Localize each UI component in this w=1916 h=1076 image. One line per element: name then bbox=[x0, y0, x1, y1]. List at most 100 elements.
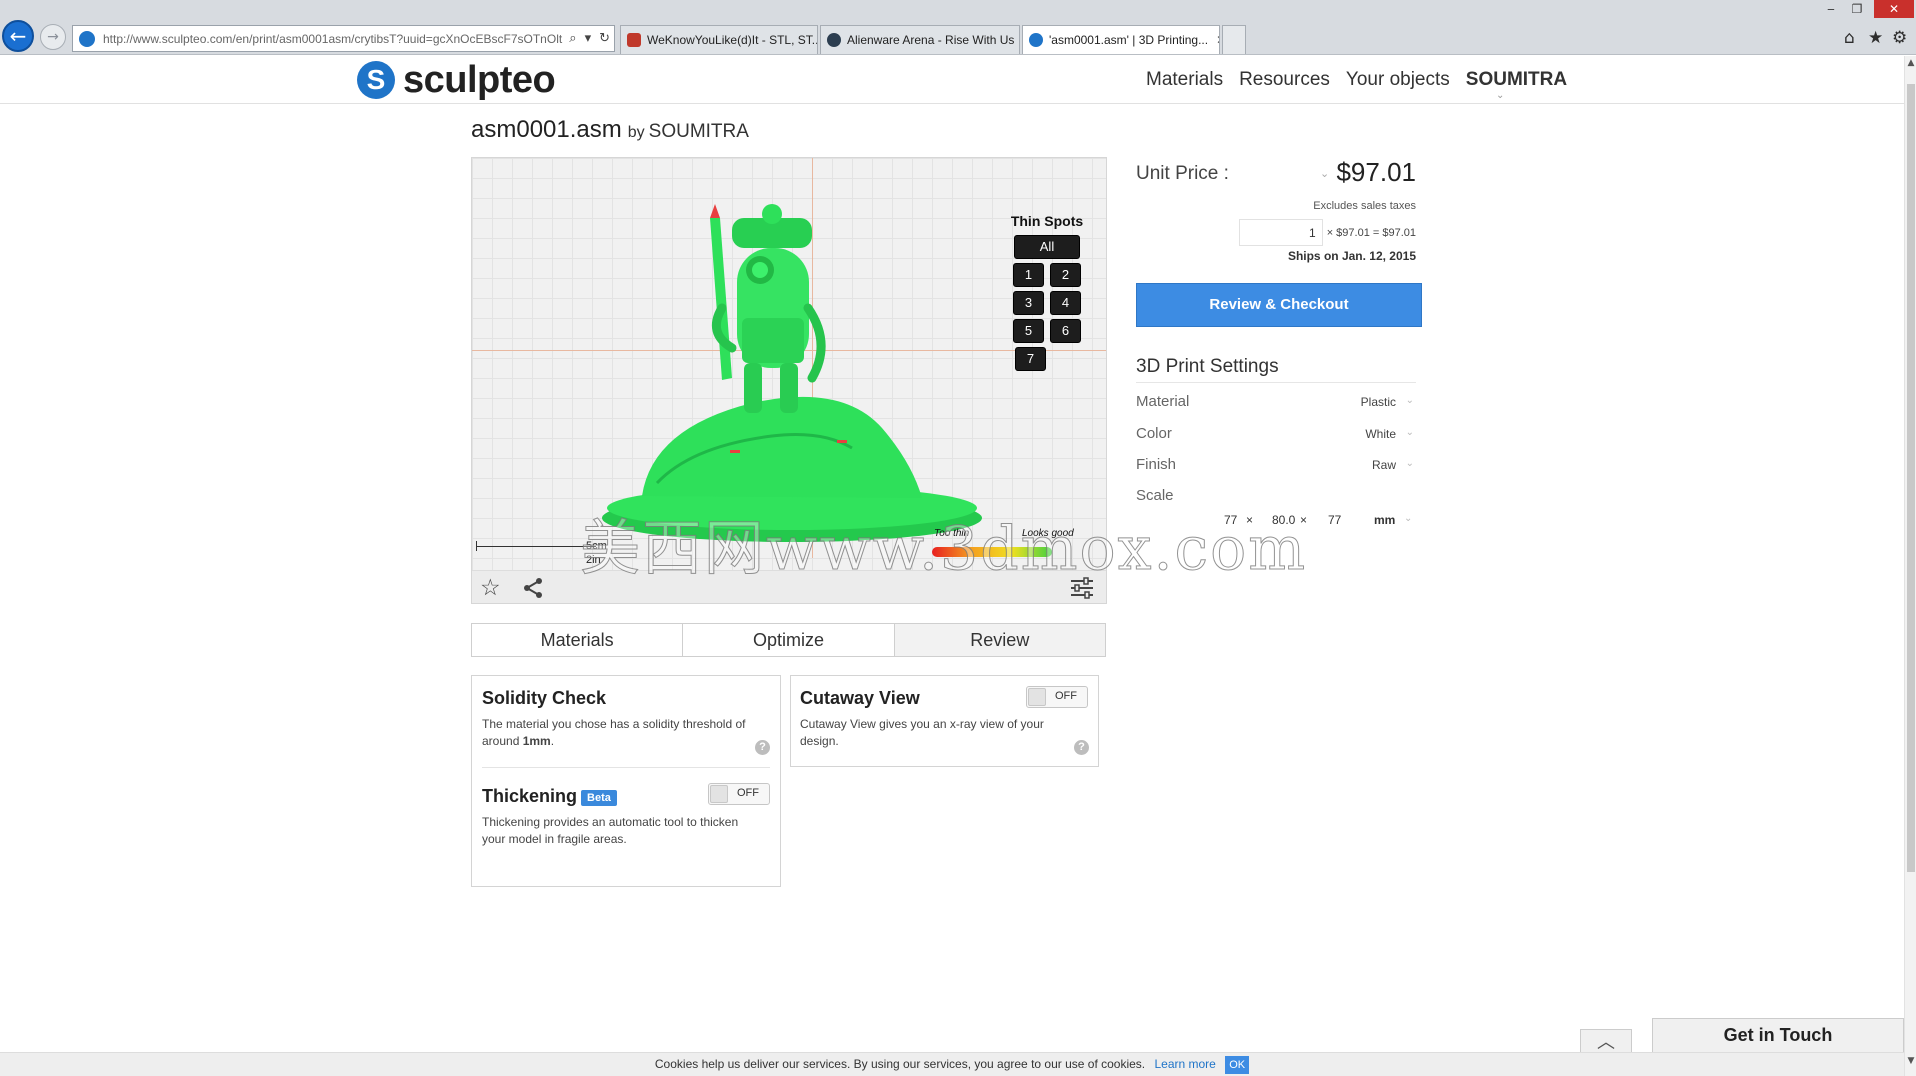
thin-spot-2-button[interactable]: 2 bbox=[1050, 263, 1081, 287]
quantity-input[interactable] bbox=[1238, 219, 1323, 246]
star-outline-icon[interactable]: ☆ bbox=[480, 575, 501, 601]
chevron-down-icon[interactable]: ⌄ bbox=[1406, 458, 1414, 469]
close-tab-icon[interactable]: ✕ bbox=[1216, 33, 1219, 47]
model-figure-leg bbox=[744, 363, 762, 413]
cookie-ok-button[interactable]: OK bbox=[1225, 1055, 1250, 1074]
tab-favicon-icon bbox=[827, 33, 841, 47]
tab-materials[interactable]: Materials bbox=[472, 624, 684, 656]
forward-button[interactable]: → bbox=[40, 24, 66, 50]
learn-more-link[interactable]: Learn more bbox=[1154, 1057, 1215, 1071]
sliders-icon[interactable] bbox=[1070, 577, 1094, 603]
minimize-button[interactable]: ‒ bbox=[1818, 0, 1844, 18]
browser-tab-sculpteo[interactable]: 'asm0001.asm' | 3D Printing... ✕ bbox=[1022, 25, 1220, 54]
chevron-down-icon[interactable]: ⌄ bbox=[1406, 427, 1414, 438]
page-scrollbar[interactable]: ▲ ▼ bbox=[1904, 56, 1916, 1076]
thin-spot-1-button[interactable]: 1 bbox=[1013, 263, 1044, 287]
close-icon: ✕ bbox=[1888, 2, 1900, 16]
thin-spot-all-button[interactable]: All bbox=[1014, 235, 1080, 259]
scroll-thumb[interactable] bbox=[1907, 84, 1915, 872]
new-tab-button[interactable] bbox=[1222, 25, 1246, 54]
solidity-threshold: 1mm bbox=[522, 734, 551, 748]
thin-spot-7-button[interactable]: 7 bbox=[1015, 347, 1046, 371]
review-checkout-button[interactable]: Review & Checkout bbox=[1136, 283, 1422, 327]
dim-y-input[interactable]: 80.0 bbox=[1272, 513, 1295, 527]
scale-cm-label: 5cm bbox=[586, 540, 607, 552]
setting-color-value[interactable]: White bbox=[1365, 427, 1396, 441]
scale-in-label: 2in bbox=[586, 554, 601, 566]
object-author[interactable]: SOUMITRA bbox=[649, 121, 749, 142]
help-icon[interactable]: ? bbox=[1074, 740, 1089, 755]
search-icon[interactable]: ⌕ bbox=[569, 31, 576, 46]
thin-spot-6-button[interactable]: 6 bbox=[1050, 319, 1081, 343]
thickening-title: Thickening bbox=[482, 786, 578, 806]
share-icon[interactable] bbox=[522, 577, 544, 603]
window-close-button[interactable]: ✕ bbox=[1874, 0, 1914, 18]
sculpteo-logo[interactable]: S sculpteo bbox=[357, 58, 556, 102]
divider bbox=[1136, 382, 1416, 383]
print-settings-title: 3D Print Settings bbox=[1136, 356, 1279, 377]
setting-finish-value[interactable]: Raw bbox=[1372, 458, 1396, 472]
favorites-star-icon[interactable]: ★ bbox=[1868, 28, 1883, 48]
unit-select[interactable]: mm bbox=[1374, 513, 1395, 527]
thin-spot-marker bbox=[730, 450, 740, 453]
toggle-state: OFF bbox=[737, 787, 759, 799]
tab-label: 'asm0001.asm' | 3D Printing... bbox=[1049, 33, 1209, 47]
help-icon[interactable]: ? bbox=[755, 740, 770, 755]
chevron-down-icon[interactable]: ⌄ bbox=[1406, 395, 1414, 406]
arrow-left-icon: ← bbox=[9, 24, 27, 48]
scroll-to-top-button[interactable]: ︿ bbox=[1580, 1029, 1632, 1053]
thin-spot-4-button[interactable]: 4 bbox=[1050, 291, 1081, 315]
setting-finish-row[interactable]: Finish Raw ⌄ bbox=[1136, 456, 1416, 480]
scroll-down-icon[interactable]: ▼ bbox=[1905, 1056, 1916, 1070]
toggle-knob bbox=[1028, 688, 1046, 706]
tab-optimize[interactable]: Optimize bbox=[683, 624, 895, 656]
page-title: asm0001.asm by SOUMITRA bbox=[471, 116, 749, 144]
url-text[interactable]: http://www.sculpteo.com/en/print/asm0001… bbox=[103, 32, 565, 46]
nav-user-menu[interactable]: SOUMITRA bbox=[1466, 69, 1567, 91]
nav-your-objects[interactable]: Your objects bbox=[1346, 69, 1450, 91]
tab-review[interactable]: Review bbox=[894, 624, 1105, 656]
setting-color-row[interactable]: Color White ⌄ bbox=[1136, 425, 1416, 449]
chevron-down-icon[interactable]: ▾ bbox=[585, 31, 592, 46]
thin-spot-marker bbox=[837, 440, 847, 443]
browser-chrome: ← → http://www.sculpteo.com/en/print/asm… bbox=[0, 0, 1916, 55]
chevron-down-icon[interactable]: ⌄ bbox=[1404, 513, 1412, 524]
minimize-icon: ‒ bbox=[1827, 2, 1835, 16]
address-bar[interactable]: http://www.sculpteo.com/en/print/asm0001… bbox=[72, 25, 615, 52]
gear-icon[interactable]: ⚙ bbox=[1892, 28, 1907, 48]
thin-spot-3-button[interactable]: 3 bbox=[1013, 291, 1044, 315]
thin-spot-5-button[interactable]: 5 bbox=[1013, 319, 1044, 343]
restore-button[interactable]: ❐ bbox=[1844, 0, 1870, 18]
browser-tab-alienware[interactable]: Alienware Arena - Rise With Us bbox=[820, 25, 1020, 54]
site-header: S sculpteo Materials Resources Your obje… bbox=[0, 56, 1904, 104]
object-filename: asm0001.asm bbox=[471, 116, 622, 143]
setting-material-row[interactable]: Material Plastic ⌄ bbox=[1136, 393, 1416, 417]
model-figure-overalls bbox=[742, 318, 804, 363]
nav-resources[interactable]: Resources bbox=[1239, 69, 1330, 91]
home-icon[interactable]: ⌂ bbox=[1844, 28, 1855, 48]
get-in-touch-button[interactable]: Get in Touch bbox=[1652, 1018, 1904, 1052]
legend-looks-good-label: Looks good bbox=[1022, 528, 1074, 539]
chevron-down-icon[interactable]: ⌄ bbox=[1496, 90, 1504, 101]
tab-label: Alienware Arena - Rise With Us bbox=[847, 33, 1015, 47]
model-viewer[interactable]: Thin Spots All 1 2 3 4 5 6 7 5cm 2in Too… bbox=[471, 157, 1107, 604]
dim-x-input[interactable]: 77 bbox=[1224, 513, 1237, 527]
model-shoe-body bbox=[642, 396, 922, 498]
cutaway-toggle[interactable]: OFF bbox=[1026, 686, 1088, 708]
setting-label: Material bbox=[1136, 393, 1190, 410]
cookie-text: Cookies help us deliver our services. By… bbox=[654, 1057, 1146, 1071]
scroll-up-icon[interactable]: ▲ bbox=[1905, 58, 1916, 72]
back-button[interactable]: ← bbox=[2, 20, 34, 52]
thickening-toggle[interactable]: OFF bbox=[708, 783, 770, 805]
nav-materials[interactable]: Materials bbox=[1146, 69, 1223, 91]
setting-material-value[interactable]: Plastic bbox=[1361, 395, 1396, 409]
logo-text: sculpteo bbox=[403, 59, 556, 101]
refresh-icon[interactable]: ↻ bbox=[599, 31, 610, 46]
excludes-taxes-note: Excludes sales taxes bbox=[1313, 200, 1416, 212]
browser-tab-weknowyoulikedit[interactable]: WeKnowYouLike(d)It - STL, ST... bbox=[620, 25, 818, 54]
3d-model-render[interactable] bbox=[582, 178, 1002, 558]
chevron-down-icon[interactable]: ⌄ bbox=[1320, 167, 1329, 180]
ship-date: Ships on Jan. 12, 2015 bbox=[1287, 249, 1416, 263]
dim-z-input[interactable]: 77 bbox=[1328, 513, 1341, 527]
times-sign: × bbox=[1300, 513, 1308, 527]
